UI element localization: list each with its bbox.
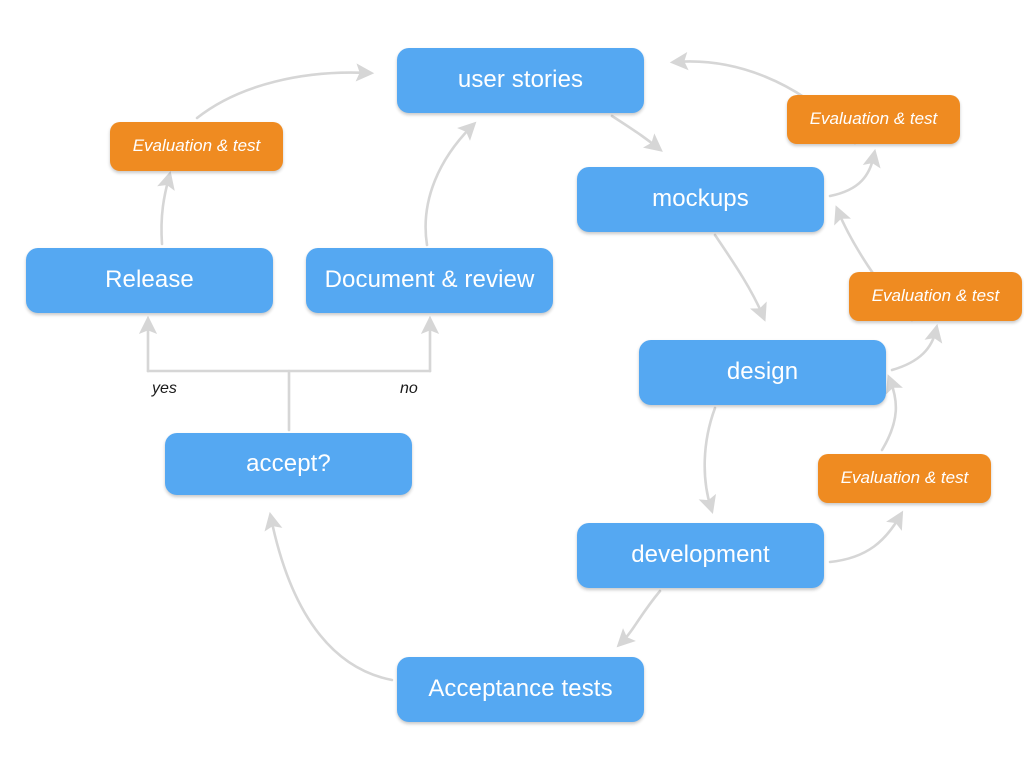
node-label: design [726,358,799,386]
node-document-review[interactable]: Document & review [306,248,553,313]
edge-label-yes: yes [152,380,177,397]
node-label: mockups [652,185,749,213]
edge-design-to-development [698,406,717,514]
node-evaluation-test-design[interactable]: Evaluation & test [849,272,1022,321]
node-label: Release [105,266,194,294]
node-evaluation-test-development[interactable]: Evaluation & test [818,454,991,503]
diagram-canvas: user stories mockups design development … [0,0,1024,768]
node-development[interactable]: development [577,523,824,588]
edge-eval-release-to-user-stories [195,63,375,120]
node-label: Evaluation & test [132,136,261,156]
node-label: accept? [246,449,331,477]
node-evaluation-test-mockups[interactable]: Evaluation & test [787,95,960,144]
edge-document-review-to-user-stories [424,121,477,247]
node-label: Acceptance tests [428,675,613,703]
edge-mockups-to-eval-mockups [828,148,881,198]
edge-label-no: no [400,380,418,397]
edge-mockups-to-design [713,233,767,322]
edge-user-stories-to-mockups [610,114,663,152]
node-label: Document & review [324,266,535,294]
edge-development-to-eval-development [828,510,904,564]
node-mockups[interactable]: mockups [577,167,824,232]
node-accept[interactable]: accept? [165,433,412,495]
node-label: Evaluation & test [809,109,938,129]
node-label: Evaluation & test [871,286,1000,306]
node-user-stories[interactable]: user stories [397,48,644,113]
node-release[interactable]: Release [26,248,273,313]
node-label: development [631,541,770,569]
edge-design-to-eval-design [890,323,943,372]
edge-release-to-eval-release [157,170,175,246]
edge-development-to-acceptance [616,589,662,648]
node-acceptance-tests[interactable]: Acceptance tests [397,657,644,722]
node-label: Evaluation & test [840,468,969,488]
node-label: user stories [457,66,584,94]
node-design[interactable]: design [639,340,886,405]
node-evaluation-test-release[interactable]: Evaluation & test [110,122,283,171]
edge-acceptance-to-accept [264,511,394,682]
